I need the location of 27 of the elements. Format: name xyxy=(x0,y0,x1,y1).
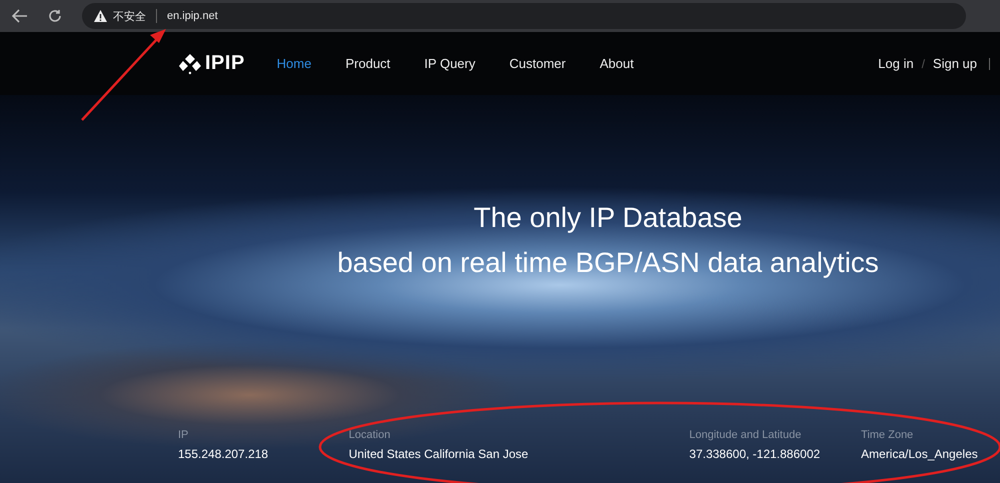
logo-icon xyxy=(178,52,202,74)
nav-link[interactable]: Customer xyxy=(509,56,566,71)
warning-icon xyxy=(94,10,107,22)
nav-link[interactable]: Home xyxy=(276,56,312,71)
field-label: Time Zone xyxy=(861,429,914,441)
field-value: 37.338600, -121.886002 xyxy=(689,447,820,461)
back-icon[interactable] xyxy=(12,9,28,23)
field-value: 155.248.207.218 xyxy=(178,447,268,461)
field-label: IP xyxy=(178,429,188,441)
separator-text: / xyxy=(922,56,925,70)
reload-icon[interactable] xyxy=(48,9,62,23)
field-label: Location xyxy=(348,429,390,441)
security-label: 不安全 xyxy=(113,10,146,24)
logo-text: IPIP xyxy=(205,52,245,75)
field-label: Longitude and Latitude xyxy=(689,429,802,441)
headline-text: based on real time BGP/ASN data analytics xyxy=(336,246,880,280)
login-link[interactable]: Log in xyxy=(878,56,914,71)
logo[interactable]: IPIP xyxy=(178,52,245,75)
nav-link[interactable]: IP Query xyxy=(424,56,476,71)
field-value: United States California San Jose xyxy=(348,447,528,461)
address-bar[interactable]: 不安全 en.ipip.net xyxy=(82,3,966,29)
signup-link[interactable]: Sign up xyxy=(932,56,977,71)
nav-link[interactable]: Product xyxy=(345,56,390,71)
nav-link[interactable]: About xyxy=(600,56,634,71)
headline-text: The only IP Database xyxy=(472,201,744,235)
field-value: America/Los_Angeles xyxy=(861,447,978,461)
url-text: en.ipip.net xyxy=(167,10,218,22)
